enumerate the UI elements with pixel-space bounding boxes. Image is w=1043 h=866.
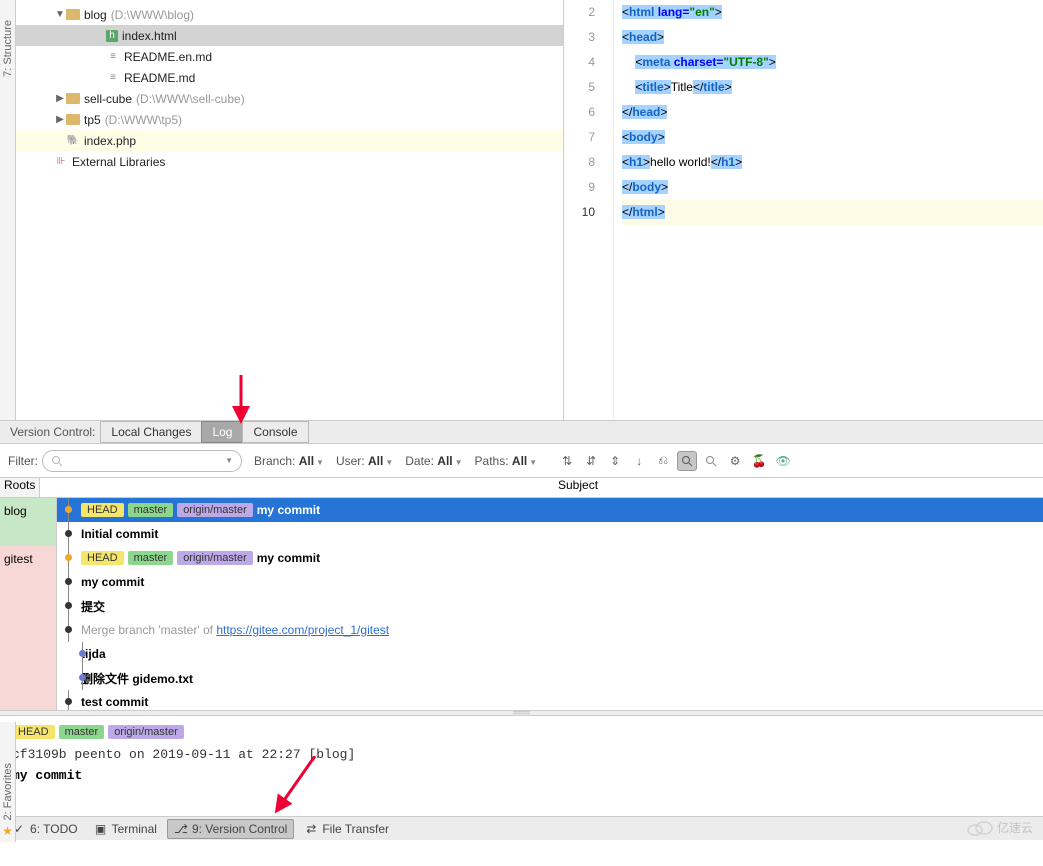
tree-item[interactable]: ▼blog(D:\WWW\blog): [16, 4, 563, 25]
date-filter[interactable]: Date: All▼: [405, 454, 462, 468]
highlight-icon[interactable]: [677, 451, 697, 471]
user-filter[interactable]: User: All▼: [336, 454, 393, 468]
tree-item[interactable]: ≡README.en.md: [16, 46, 563, 67]
commit-row[interactable]: 删除文件 gidemo.txt: [57, 666, 1043, 690]
commit-row[interactable]: Initial commit: [57, 522, 1043, 546]
go-to-icon[interactable]: ↓: [629, 451, 649, 471]
bottom-tool[interactable]: ▣Terminal: [88, 820, 163, 838]
tree-item[interactable]: ▶tp5(D:\WWW\tp5): [16, 109, 563, 130]
vc-tab[interactable]: Local Changes: [100, 421, 202, 443]
intellisort-icon[interactable]: ⇅: [557, 451, 577, 471]
paths-filter[interactable]: Paths: All▼: [475, 454, 538, 468]
code-editor[interactable]: 2345678910 <html lang="en"><head> <meta …: [564, 0, 1043, 420]
cherry-icon[interactable]: 🍒: [749, 451, 769, 471]
tree-item[interactable]: 🐘index.php: [16, 130, 563, 151]
subject-header[interactable]: Subject: [550, 478, 1043, 497]
star-icon: ★: [2, 824, 13, 838]
tree-item[interactable]: ≡README.md: [16, 67, 563, 88]
search-icon: [51, 455, 63, 467]
refresh-icon[interactable]: [701, 451, 721, 471]
bottom-toolbar: ✓6: TODO▣Terminal⎇9: Version Control⇄Fil…: [0, 816, 1043, 840]
tree-item[interactable]: ▶sell-cube(D:\WWW\sell-cube): [16, 88, 563, 109]
watermark: 亿速云: [967, 819, 1033, 836]
vc-tab[interactable]: Log: [201, 421, 243, 443]
commit-row[interactable]: HEADmasterorigin/mastermy commit: [57, 546, 1043, 570]
root-label[interactable]: gitest: [0, 546, 57, 710]
commit-row[interactable]: my commit: [57, 570, 1043, 594]
bottom-tool[interactable]: ⎇9: Version Control: [167, 819, 294, 839]
root-label[interactable]: blog: [0, 498, 57, 546]
vc-tab[interactable]: Console: [242, 421, 308, 443]
left-bottom-gutter: 2: Favorites ★: [0, 722, 16, 842]
red-arrow-annotation-2: [270, 756, 320, 816]
left-gutter: 7: Structure: [0, 0, 16, 420]
eye-icon[interactable]: 👁: [773, 451, 793, 471]
ref-badge: origin/master: [108, 725, 184, 739]
tree-item[interactable]: hindex.html: [16, 25, 563, 46]
commit-detail: HEAD masterorigin/master cf3109b peento o…: [0, 716, 1043, 816]
commit-row[interactable]: tijda: [57, 642, 1043, 666]
bottom-tool[interactable]: ⇄File Transfer: [298, 820, 395, 838]
editor-gutter: 2345678910: [564, 0, 614, 420]
commit-row[interactable]: test commit: [57, 690, 1043, 710]
cherry-pick-icon[interactable]: ⎌: [653, 451, 673, 471]
tree-item[interactable]: ⊪External Libraries: [16, 151, 563, 172]
project-tree: ▼blog(D:\WWW\blog)hindex.html≡README.en.…: [16, 0, 564, 420]
commit-row[interactable]: 提交: [57, 594, 1043, 618]
commit-row[interactable]: Merge branch 'master' of https://gitee.c…: [57, 618, 1043, 642]
red-arrow-annotation: [226, 375, 256, 425]
vc-label: Version Control:: [4, 425, 101, 439]
commit-row[interactable]: HEADmasterorigin/mastermy commit: [57, 498, 1043, 522]
commit-title: my commit: [12, 768, 1031, 783]
structure-tool[interactable]: 7: Structure: [2, 20, 14, 77]
settings-icon[interactable]: ⚙: [725, 451, 745, 471]
dropdown-icon[interactable]: ▼: [225, 456, 233, 465]
commit-meta: cf3109b peento on 2019-09-11 at 22:27 [b…: [12, 747, 1031, 762]
vc-log: bloggitest HEADmasterorigin/mastermy com…: [0, 498, 1043, 710]
branch-filter[interactable]: Branch: All▼: [254, 454, 324, 468]
roots-header[interactable]: Roots: [0, 478, 40, 497]
vc-toolbar: Filter: ▼ Branch: All▼ User: All▼ Date: …: [0, 444, 1043, 478]
expand-icon[interactable]: ⇕: [605, 451, 625, 471]
filter-label: Filter:: [8, 454, 38, 468]
vc-tabbar: Version Control: Local ChangesLogConsole: [0, 420, 1043, 444]
vc-log-header: Roots Subject: [0, 478, 1043, 498]
ref-badge: HEAD: [12, 725, 55, 739]
favorites-tool[interactable]: 2: Favorites: [2, 763, 14, 820]
editor-code[interactable]: <html lang="en"><head> <meta charset="UT…: [614, 0, 1043, 420]
filter-search[interactable]: ▼: [42, 450, 242, 472]
collapse-icon[interactable]: ⇵: [581, 451, 601, 471]
bottom-tool[interactable]: ✓6: TODO: [6, 820, 84, 838]
ref-badge: master: [59, 725, 105, 739]
